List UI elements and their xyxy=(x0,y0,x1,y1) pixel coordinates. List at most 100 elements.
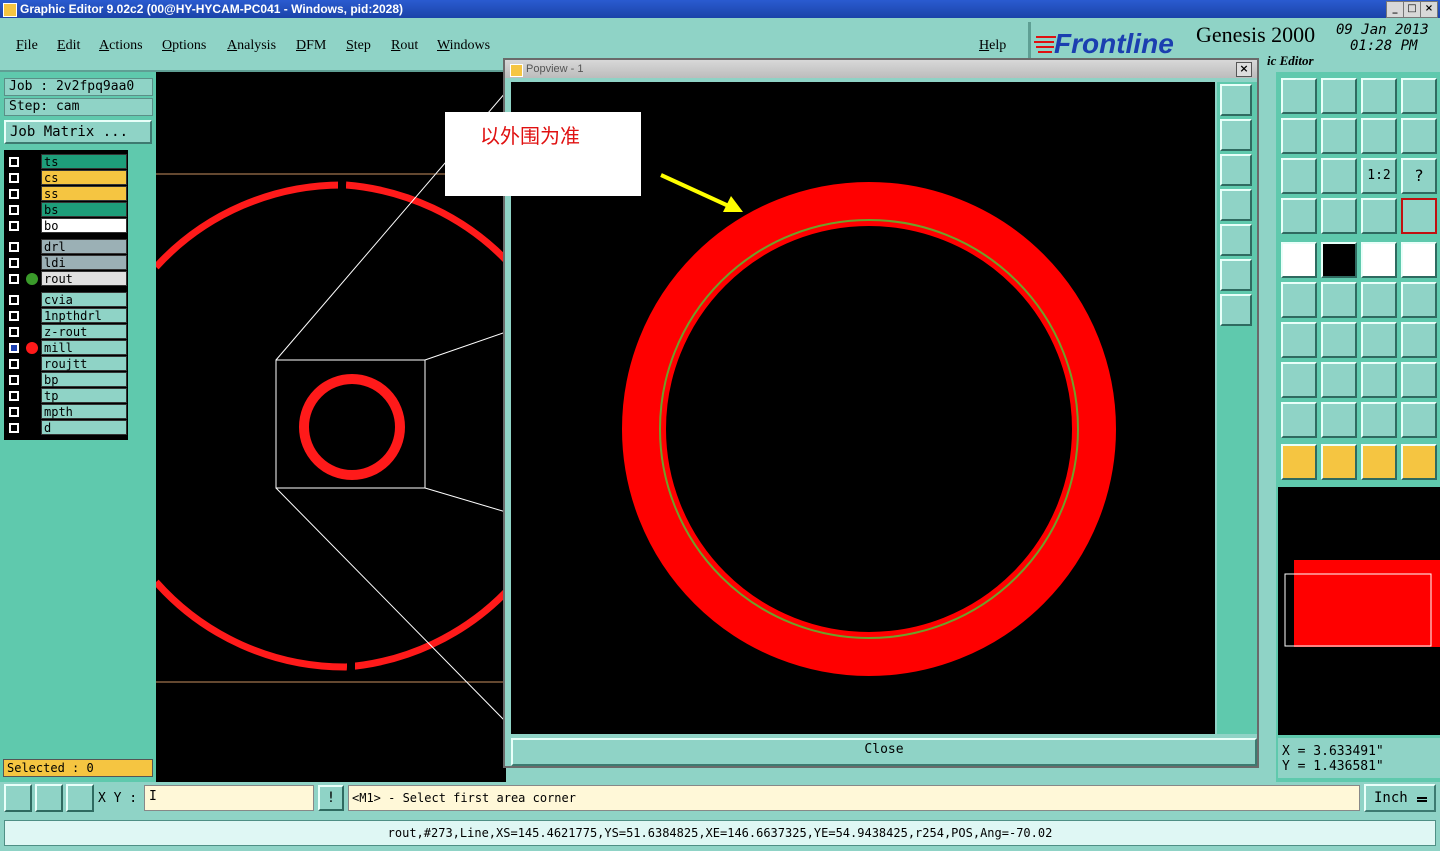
draw-line-icon[interactable] xyxy=(1321,242,1357,278)
ruler-icon[interactable] xyxy=(1361,242,1397,278)
layer-row[interactable]: bo xyxy=(5,218,128,234)
pan-left-icon[interactable] xyxy=(1220,189,1252,221)
menu-edit[interactable]: Edit xyxy=(57,38,80,54)
alert-icon[interactable]: ! xyxy=(318,785,344,811)
triangle-icon[interactable] xyxy=(1281,402,1317,438)
layer-checkbox[interactable] xyxy=(9,274,19,284)
popview-close-button[interactable]: Close xyxy=(511,738,1257,766)
pan-up-icon[interactable] xyxy=(1220,119,1252,151)
mirror-icon[interactable] xyxy=(1401,322,1437,358)
layer-row[interactable]: d xyxy=(5,420,128,436)
layer-checkbox[interactable] xyxy=(9,311,19,321)
layer-row[interactable]: z-rout xyxy=(5,324,128,340)
pan-right-icon[interactable] xyxy=(1220,224,1252,256)
xy-input[interactable]: I xyxy=(144,785,314,811)
layer-row[interactable]: mpth xyxy=(5,404,128,420)
select-box-icon[interactable] xyxy=(1321,444,1357,480)
menu-step[interactable]: Step xyxy=(346,38,371,54)
layer-checkbox[interactable] xyxy=(9,205,19,215)
menu-options[interactable]: Options xyxy=(162,38,206,54)
connect-icon[interactable] xyxy=(1281,282,1317,318)
close-window-button[interactable]: × xyxy=(1420,1,1438,18)
center-icon[interactable] xyxy=(1321,158,1357,194)
menu-windows[interactable]: Windows xyxy=(437,38,490,54)
split-view-icon[interactable] xyxy=(1401,78,1437,114)
layer-checkbox[interactable] xyxy=(9,157,19,167)
layer-row[interactable]: cs xyxy=(5,170,128,186)
menu-dfm[interactable]: DFM xyxy=(296,38,326,54)
line-pad-2-icon[interactable] xyxy=(1401,282,1437,318)
popview-close-icon[interactable]: × xyxy=(1236,62,1252,77)
layers-active-icon[interactable] xyxy=(1401,198,1437,234)
minimize-button[interactable]: _ xyxy=(1386,1,1404,18)
layer-checkbox[interactable] xyxy=(9,295,19,305)
layer-checkbox[interactable] xyxy=(9,343,19,353)
redraw-icon[interactable] xyxy=(1361,118,1397,154)
grid-snap-icon[interactable] xyxy=(66,784,94,812)
layer-checkbox[interactable] xyxy=(9,189,19,199)
shapes-icon[interactable] xyxy=(1401,362,1437,398)
zoom-area-icon[interactable] xyxy=(4,784,32,812)
pad-edit-icon[interactable] xyxy=(1281,362,1317,398)
triangle-3-icon[interactable] xyxy=(1361,402,1397,438)
layer-checkbox[interactable] xyxy=(9,221,19,231)
layer-row[interactable]: ss xyxy=(5,186,128,202)
layer-row[interactable]: roujtt xyxy=(5,356,128,372)
menu-rout[interactable]: Rout xyxy=(391,38,418,54)
pan-down-icon[interactable] xyxy=(1220,154,1252,186)
layer-row[interactable]: ldi xyxy=(5,255,128,271)
layer-row[interactable]: rout xyxy=(5,271,128,287)
move-left-icon[interactable] xyxy=(1281,118,1317,154)
layer-row[interactable]: mill xyxy=(5,340,128,356)
zoom-diagonal-icon[interactable] xyxy=(35,784,63,812)
measure-icon[interactable] xyxy=(1361,362,1397,398)
add-feature-icon[interactable] xyxy=(1281,242,1317,278)
menu-help[interactable]: Help xyxy=(979,38,1006,54)
layer-checkbox[interactable] xyxy=(9,173,19,183)
job-matrix-button[interactable]: Job Matrix ... xyxy=(4,120,152,144)
minimap[interactable] xyxy=(1278,487,1440,735)
home-icon[interactable] xyxy=(1361,78,1397,114)
route-icon[interactable] xyxy=(1401,118,1437,154)
layer-row[interactable]: cvia xyxy=(5,292,128,308)
segment-icon[interactable] xyxy=(1321,362,1357,398)
scale-1-2-icon[interactable]: 1:2 xyxy=(1361,158,1397,194)
layer-checkbox[interactable] xyxy=(9,258,19,268)
units-dropdown[interactable]: Inch xyxy=(1364,784,1436,812)
layer-row[interactable]: drl xyxy=(5,239,128,255)
menu-analysis[interactable]: Analysis xyxy=(227,38,276,54)
select-area-icon[interactable] xyxy=(1361,444,1397,480)
layer-checkbox[interactable] xyxy=(9,375,19,385)
grid-icon[interactable] xyxy=(1321,198,1357,234)
arc-icon[interactable] xyxy=(1361,322,1397,358)
layer-checkbox[interactable] xyxy=(9,242,19,252)
layer-checkbox[interactable] xyxy=(9,391,19,401)
layer-row[interactable]: bp xyxy=(5,372,128,388)
move-right-icon[interactable] xyxy=(1321,118,1357,154)
menu-actions[interactable]: Actions xyxy=(99,38,143,54)
help-icon[interactable]: ? xyxy=(1401,158,1437,194)
triangle-2-icon[interactable] xyxy=(1321,402,1357,438)
line-pad-icon[interactable] xyxy=(1361,282,1397,318)
layers-icon[interactable] xyxy=(1361,198,1397,234)
zoom-in-icon[interactable] xyxy=(1220,259,1252,291)
angle-icon[interactable] xyxy=(1281,322,1317,358)
layer-checkbox[interactable] xyxy=(9,327,19,337)
pad-icon[interactable] xyxy=(1401,242,1437,278)
layer-row[interactable]: ts xyxy=(5,154,128,170)
select-icon[interactable] xyxy=(1281,444,1317,480)
triangle-4-icon[interactable] xyxy=(1401,402,1437,438)
maximize-button[interactable]: □ xyxy=(1403,1,1421,18)
zoom-out-icon[interactable] xyxy=(1220,294,1252,326)
select-net-icon[interactable] xyxy=(1401,444,1437,480)
parent-window-icon[interactable] xyxy=(1281,78,1317,114)
snap-icon[interactable] xyxy=(1281,198,1317,234)
layer-checkbox[interactable] xyxy=(9,423,19,433)
layer-checkbox[interactable] xyxy=(9,359,19,369)
menu-file[interactable]: File xyxy=(16,38,38,54)
child-window-icon[interactable] xyxy=(1321,78,1357,114)
zoom-fit-icon[interactable] xyxy=(1220,84,1252,116)
layer-row[interactable]: tp xyxy=(5,388,128,404)
layer-row[interactable]: bs xyxy=(5,202,128,218)
delete-node-icon[interactable] xyxy=(1321,282,1357,318)
